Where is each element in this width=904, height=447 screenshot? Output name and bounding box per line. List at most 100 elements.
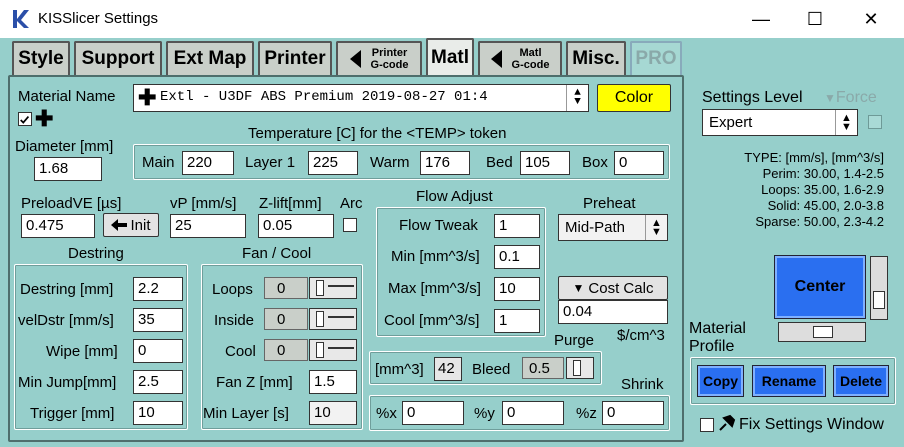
vertical-scroll-slider[interactable] [870,256,888,320]
tab-printer[interactable]: Printer [258,41,332,75]
cost-input[interactable]: 0.04 [558,300,668,324]
vp-input[interactable]: 25 [170,214,246,238]
tab-pro[interactable]: PRO [630,41,682,75]
minimize-icon: — [752,8,770,29]
temp-layer1-label: Layer 1 [245,154,296,171]
trigger-input[interactable]: 10 [133,401,183,425]
tab-matl-gcode[interactable]: Matl G-code [478,41,562,75]
fan-loops-label: Loops [212,281,253,298]
tab-matl-gcode-line1: Matl [519,47,542,59]
fan-loops-slider[interactable] [309,277,357,299]
spinner-arrows-icon: ▲ ▼ [566,85,588,111]
fix-settings-checkbox[interactable] [700,418,714,432]
flow-max-label: Max [mm^3/s] [388,280,481,297]
bleed-slider[interactable] [566,357,594,379]
purge-mm3-label: [mm^3] [375,361,424,378]
tab-printer-gcode-line1: Printer [371,47,408,59]
close-icon: ✕ [863,8,879,29]
arc-checkbox[interactable] [343,218,357,232]
horizontal-scroll-slider[interactable] [778,322,866,342]
destring-input[interactable]: 2.2 [133,277,183,301]
horizontal-slider-thumb[interactable] [813,326,833,338]
cost-calc-button[interactable]: ▼ Cost Calc [558,276,668,300]
flow-min-input[interactable]: 0.1 [494,245,540,269]
purge-title: Purge [554,332,595,349]
slider-thumb[interactable] [573,360,581,376]
color-button[interactable]: Color [597,84,671,112]
fan-inside-slider[interactable] [309,308,357,330]
pin-icon [719,414,736,431]
arc-label: Arc [340,195,363,212]
tab-printer-gcode-line2: G-code [370,59,409,71]
preheat-value: Mid-Path [565,219,626,236]
flow-tweak-input[interactable]: 1 [494,214,540,238]
vp-label: vP [mm/s] [170,195,237,212]
rename-profile-button[interactable]: Rename [752,365,826,397]
tab-matl-gcode-line2: G-code [511,59,550,71]
minlayer-input[interactable]: 10 [309,401,357,425]
flow-tweak-label: Flow Tweak [399,217,478,234]
slider-thumb[interactable] [316,280,324,296]
delete-profile-button[interactable]: Delete [833,365,889,397]
material-checkbox[interactable] [18,112,32,126]
tab-ext-map[interactable]: Ext Map [166,41,254,75]
type-info-perim: Perim: 30.00, 1.4-2.5 [762,166,884,181]
tab-printer-gcode[interactable]: Printer G-code [336,41,422,75]
temp-bed-input[interactable]: 105 [520,151,570,175]
material-name-select[interactable]: ✚ Extl - U3DF ABS Premium 2019-08-27 01:… [133,84,589,112]
flow-max-input[interactable]: 10 [494,277,540,301]
shrink-z-input[interactable]: 0 [602,401,664,425]
slider-thumb[interactable] [316,342,324,358]
flow-min-label: Min [mm^3/s] [391,248,480,265]
fix-settings-label: Fix Settings Window [739,416,884,433]
tab-misc[interactable]: Misc. [566,41,626,75]
shrink-x-input[interactable]: 0 [402,401,464,425]
shrink-y-input[interactable]: 0 [502,401,564,425]
minjump-input[interactable]: 2.5 [133,370,183,394]
veldstr-label: velDstr [mm/s] [18,312,114,329]
add-material-icon[interactable]: ✚ [35,106,53,132]
temp-warm-label: Warm [370,154,410,171]
fan-inside-value[interactable]: 0 [264,308,308,330]
vertical-slider-thumb[interactable] [873,291,885,309]
slider-thumb[interactable] [316,311,324,327]
purge-mm3-value[interactable]: 42 [434,357,462,381]
type-info-loops: Loops: 35.00, 1.6-2.9 [761,182,884,197]
bleed-value[interactable]: 0.5 [522,357,564,379]
minimize-button[interactable]: — [734,0,788,38]
preloadve-input[interactable]: 0.475 [21,214,95,238]
material-profile-label-line1: Material [689,320,746,337]
flow-cool-input[interactable]: 1 [494,309,540,333]
force-label: ▼Force [824,89,877,107]
wipe-input[interactable]: 0 [133,339,183,363]
fan-cool-value[interactable]: 0 [264,339,308,361]
fan-cool-slider[interactable] [309,339,357,361]
window-title: KISSlicer Settings [38,10,159,27]
force-checkbox[interactable] [868,115,882,129]
veldstr-input[interactable]: 35 [133,308,183,332]
maximize-button[interactable]: ☐ [788,0,842,38]
temp-layer1-input[interactable]: 225 [308,151,358,175]
copy-profile-button[interactable]: Copy [697,365,744,397]
fan-loops-value[interactable]: 0 [264,277,308,299]
left-arrow-icon [349,50,361,68]
temp-main-input[interactable]: 220 [182,151,234,175]
tab-style[interactable]: Style [12,41,70,75]
fanz-input[interactable]: 1.5 [309,370,357,394]
temp-box-label: Box [582,154,608,171]
temp-warm-input[interactable]: 176 [420,151,470,175]
close-button[interactable]: ✕ [844,0,898,38]
fanz-label: Fan Z [mm] [216,374,293,391]
tab-support[interactable]: Support [74,41,162,75]
settings-level-select[interactable]: Expert ▲ ▼ [702,109,858,136]
diameter-input[interactable]: 1.68 [34,157,102,181]
type-info-header: TYPE: [mm/s], [mm^3/s] [744,150,884,165]
arrow-left-icon [111,219,128,231]
preheat-select[interactable]: Mid-Path ▲ ▼ [558,214,668,241]
tab-matl[interactable]: Matl [426,38,474,75]
zlift-input[interactable]: 0.05 [258,214,334,238]
init-button[interactable]: Init [103,213,159,237]
center-button[interactable]: Center [774,255,866,319]
temp-box-input[interactable]: 0 [614,151,664,175]
force-label-text: Force [835,89,877,106]
